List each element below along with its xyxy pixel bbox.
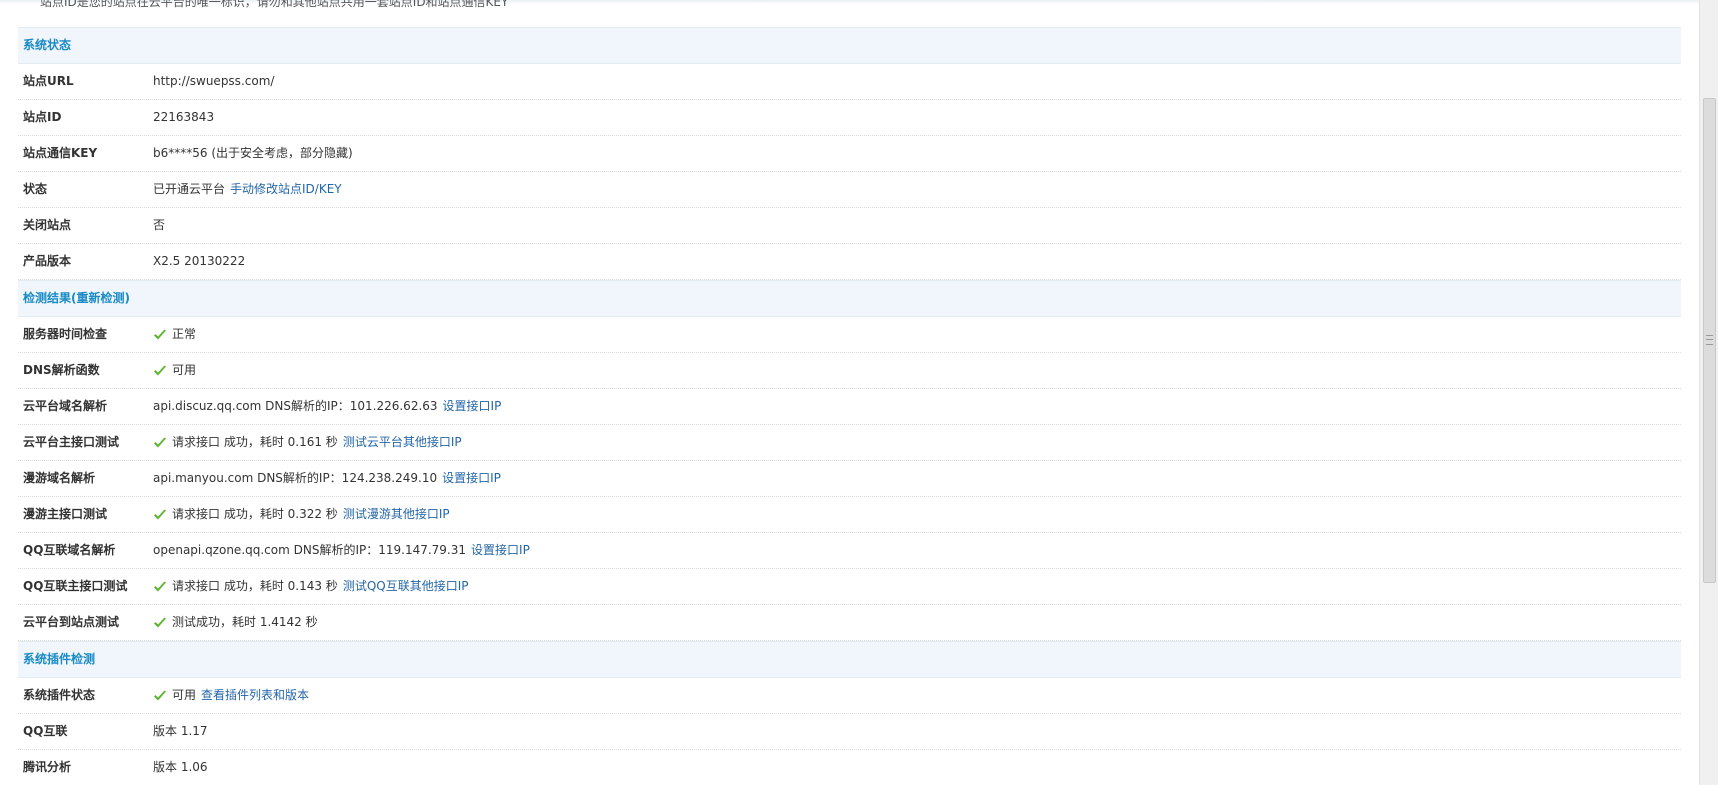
row-label: 漫游主接口测试 [23,507,108,521]
row-label: 状态 [23,182,48,196]
row-label: 云平台域名解析 [23,399,108,413]
row-value: api.manyou.com DNS解析的IP：124.238.249.10 [153,471,438,485]
check-icon [154,365,166,375]
row-cloud-dns: 云平台域名解析 api.discuz.qq.com DNS解析的IP：101.2… [18,389,1681,425]
scrollbar-grip-icon [1706,335,1713,345]
row-value: 版本 1.06 [153,760,208,774]
row-label: DNS解析函数 [23,363,100,377]
row-value: api.discuz.qq.com DNS解析的IP：101.226.62.63 [153,399,438,413]
row-label: QQ互联 [23,724,68,738]
row-qq-connect: QQ互联 版本 1.17 [18,714,1681,750]
check-icon [154,617,166,627]
check-icon [154,329,166,339]
row-value-container: 请求接口 成功，耗时 0.322 秒 测试漫游其他接口IP [153,497,1681,532]
row-plugin-status: 系统插件状态 可用 查看插件列表和版本 [18,678,1681,714]
row-value-container: openapi.qzone.qq.com DNS解析的IP：119.147.79… [153,533,1681,568]
view-plugin-list-link[interactable]: 查看插件列表和版本 [201,678,309,713]
row-value: 22163843 [153,110,215,124]
row-value: openapi.qzone.qq.com DNS解析的IP：119.147.79… [153,543,467,557]
row-site-closed: 关闭站点 否 [18,208,1681,244]
row-qq-dns: QQ互联域名解析 openapi.qzone.qq.com DNS解析的IP：1… [18,533,1681,569]
row-value-container: api.manyou.com DNS解析的IP：124.238.249.10 设… [153,461,1681,496]
row-value-container: 请求接口 成功，耗时 0.161 秒 测试云平台其他接口IP [153,425,1681,460]
test-manyou-other-ip-link[interactable]: 测试漫游其他接口IP [343,497,450,532]
check-icon [154,509,166,519]
row-value: 否 [153,218,166,232]
row-label: 服务器时间检查 [23,327,108,341]
page: 站点ID是您的站点在云平台的唯一标识，请勿和其他站点共用一套站点ID和站点通信K… [0,0,1718,785]
row-label: 站点URL [23,74,74,88]
row-value: b6****56 (出于安全考虑，部分隐藏) [153,146,353,160]
top-note: 站点ID是您的站点在云平台的唯一标识，请勿和其他站点共用一套站点ID和站点通信K… [40,0,509,9]
row-label: 漫游域名解析 [23,471,96,485]
row-site-key: 站点通信KEY b6****56 (出于安全考虑，部分隐藏) [18,136,1681,172]
row-value-container: 测试成功，耗时 1.4142 秒 [153,605,1681,640]
row-value-container: 已开通云平台 手动修改站点ID/KEY [153,172,1681,207]
row-label: 云平台主接口测试 [23,435,120,449]
cloud-status-table: 系统状态 站点URL http://swuepss.com/ 站点ID 2216… [18,27,1681,785]
test-qq-other-ip-link[interactable]: 测试QQ互联其他接口IP [343,569,469,604]
row-label: 云平台到站点测试 [23,615,120,629]
row-value-container: 请求接口 成功，耗时 0.143 秒 测试QQ互联其他接口IP [153,569,1681,604]
row-label: QQ互联域名解析 [23,543,116,557]
section-header-plugins: 系统插件检测 [18,641,1681,678]
row-tencent-analytics: 腾讯分析 版本 1.06 [18,750,1681,785]
vertical-scrollbar[interactable] [1699,0,1718,785]
row-value: 已开通云平台 [153,182,226,196]
row-value: 可用 [172,363,197,377]
check-icon [154,437,166,447]
row-value: 测试成功，耗时 1.4142 秒 [172,615,318,629]
row-value: 版本 1.17 [153,724,208,738]
row-value-container: api.discuz.qq.com DNS解析的IP：101.226.62.63… [153,389,1681,424]
row-label: 站点通信KEY [23,146,98,160]
check-icon [154,581,166,591]
scrollbar-thumb[interactable] [1703,98,1716,583]
row-product-version: 产品版本 X2.5 20130222 [18,244,1681,280]
row-cloud-to-site: 云平台到站点测试 测试成功，耗时 1.4142 秒 [18,605,1681,641]
row-dns-function: DNS解析函数 可用 [18,353,1681,389]
row-label: 关闭站点 [23,218,72,232]
row-label: 产品版本 [23,254,72,268]
row-value-container: 可用 查看插件列表和版本 [153,678,1681,713]
row-site-id: 站点ID 22163843 [18,100,1681,136]
section-header-check[interactable]: 检测结果(重新检测) [18,280,1681,317]
row-label: 系统插件状态 [23,688,96,702]
row-manyou-api-test: 漫游主接口测试 请求接口 成功，耗时 0.322 秒 测试漫游其他接口IP [18,497,1681,533]
check-icon [154,690,166,700]
row-value: 请求接口 成功，耗时 0.322 秒 [172,507,338,521]
row-cloud-api-test: 云平台主接口测试 请求接口 成功，耗时 0.161 秒 测试云平台其他接口IP [18,425,1681,461]
row-value: http://swuepss.com/ [153,74,275,88]
row-server-time: 服务器时间检查 正常 [18,317,1681,353]
row-manyou-dns: 漫游域名解析 api.manyou.com DNS解析的IP：124.238.2… [18,461,1681,497]
set-interface-ip-link[interactable]: 设置接口IP [471,533,530,568]
row-value: 请求接口 成功，耗时 0.143 秒 [172,579,338,593]
row-qq-api-test: QQ互联主接口测试 请求接口 成功，耗时 0.143 秒 测试QQ互联其他接口I… [18,569,1681,605]
row-label: 站点ID [23,110,62,124]
row-value: 正常 [172,327,197,341]
set-interface-ip-link[interactable]: 设置接口IP [442,461,501,496]
section-header-status: 系统状态 [18,27,1681,64]
row-value: X2.5 20130222 [153,254,246,268]
row-site-url: 站点URL http://swuepss.com/ [18,64,1681,100]
set-interface-ip-link[interactable]: 设置接口IP [443,389,502,424]
row-label: QQ互联主接口测试 [23,579,128,593]
row-label: 腾讯分析 [23,760,72,774]
row-value-container: 可用 [153,353,1681,388]
test-cloud-other-ip-link[interactable]: 测试云平台其他接口IP [343,425,462,460]
row-value: 请求接口 成功，耗时 0.161 秒 [172,435,338,449]
row-value: 可用 [172,688,197,702]
row-status: 状态 已开通云平台 手动修改站点ID/KEY [18,172,1681,208]
edit-site-id-key-link[interactable]: 手动修改站点ID/KEY [230,172,342,207]
row-value-container: 正常 [153,317,1681,352]
